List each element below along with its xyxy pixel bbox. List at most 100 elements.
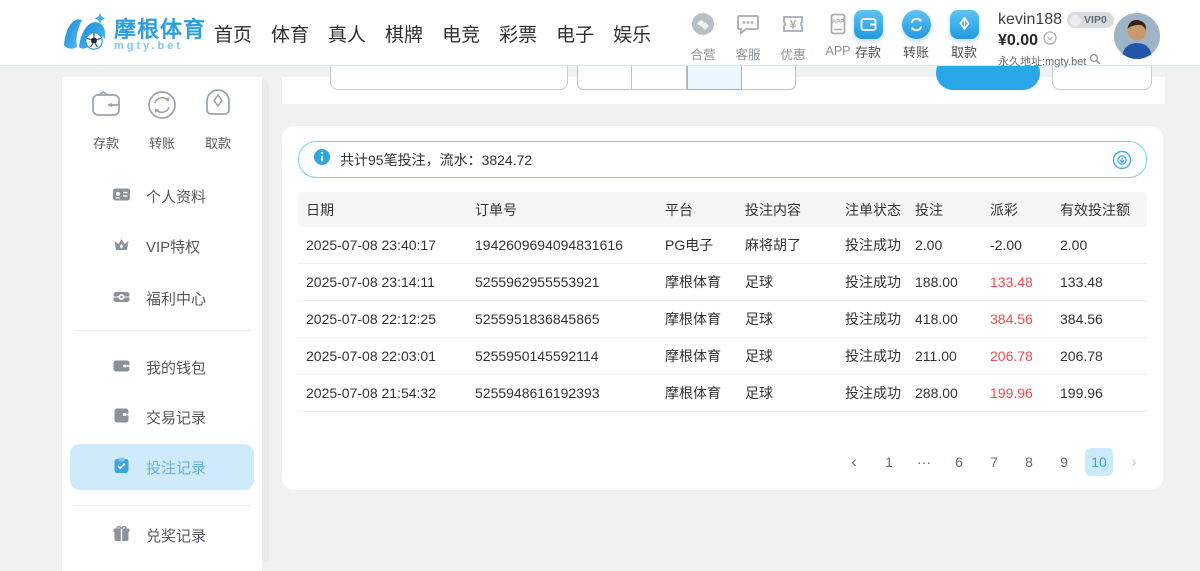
main-nav: 首页 体育 真人 棋牌 电竞 彩票 电子 娱乐 (212, 0, 653, 66)
magnifier-icon[interactable] (1089, 52, 1101, 70)
cell-payout: 199.96 (982, 385, 1052, 401)
next-page-button[interactable]: › (1120, 448, 1148, 476)
service-chat-icon (735, 11, 761, 42)
summary-toggle-icon[interactable] (1112, 150, 1132, 170)
cell-status: 投注成功 (837, 346, 907, 366)
promo-yen-icon: ¥ (780, 11, 806, 42)
cell-payout: 384.56 (982, 311, 1052, 327)
cell-status: 投注成功 (837, 309, 907, 329)
withdraw-icon (950, 10, 979, 39)
id-card-icon (112, 185, 131, 208)
sidebar-item-prizes[interactable]: 兑奖记录 (70, 515, 254, 555)
nav-item-cards[interactable]: 棋牌 (383, 16, 425, 51)
col-status: 注单状态 (837, 200, 907, 220)
page-ellipsis[interactable]: ··· (910, 448, 938, 476)
nav-item-slots[interactable]: 电子 (554, 16, 596, 51)
sidebar-transfer[interactable]: 转账 (134, 87, 190, 152)
header-tools: 合营 客服 ¥ 优惠 APP (686, 11, 855, 63)
cell-bet: 2.00 (907, 237, 982, 253)
cell-status: 投注成功 (837, 235, 907, 255)
service-tool-label: 客服 (735, 44, 760, 63)
wallet-actions: 存款 转账 取款 (848, 10, 984, 61)
table-row: 2025-07-08 22:12:25 5255951836845865 摩根体… (298, 301, 1147, 338)
partner-tool[interactable]: 合营 (686, 11, 720, 63)
nav-item-home[interactable]: 首页 (212, 16, 254, 51)
col-payout: 派彩 (982, 200, 1052, 220)
bet-records-table: 日期 订单号 平台 投注内容 注单状态 投注 派彩 有效投注额 2025-07-… (298, 192, 1147, 412)
cell-payout: 133.48 (982, 274, 1052, 290)
sidebar-item-prizes-label: 兑奖记录 (146, 525, 206, 546)
sidebar-item-wallet[interactable]: 我的钱包 (70, 347, 254, 387)
cell-platform: PG电子 (657, 235, 737, 255)
page-button-6[interactable]: 6 (945, 448, 973, 476)
withdraw-action[interactable]: 取款 (944, 10, 984, 61)
svg-text:¥: ¥ (790, 18, 797, 32)
sidebar-item-bet-records[interactable]: 投注记录 (70, 444, 254, 490)
cell-date: 2025-07-08 22:03:01 (298, 348, 467, 364)
sidebar-deposit-label: 存款 (93, 133, 119, 152)
top-header: 摩根体育 mgty.bet 首页 体育 真人 棋牌 电竞 彩票 电子 娱乐 合营 (0, 0, 1200, 66)
gift-icon (112, 524, 131, 547)
page-button-9[interactable]: 9 (1050, 448, 1078, 476)
bet-record-icon (112, 456, 131, 479)
cell-bet: 418.00 (907, 311, 982, 327)
sidebar-item-profile[interactable]: 个人资料 (70, 176, 254, 216)
transfer-outline-icon (144, 87, 180, 128)
nav-item-sports[interactable]: 体育 (269, 16, 311, 51)
promo-tool[interactable]: ¥ 优惠 (776, 11, 810, 63)
sidebar-item-profile-label: 个人资料 (146, 186, 206, 207)
col-order-no: 订单号 (467, 200, 657, 220)
cell-date: 2025-07-08 21:54:32 (298, 385, 467, 401)
sidebar-deposit[interactable]: 存款 (78, 87, 134, 152)
cell-valid-bet: 133.48 (1052, 274, 1147, 290)
app-tool-label: APP (825, 44, 850, 58)
brand-logo[interactable]: 摩根体育 mgty.bet (62, 12, 206, 59)
svg-text:APP: APP (832, 20, 844, 26)
page-button-8[interactable]: 8 (1015, 448, 1043, 476)
welfare-box-icon (112, 287, 131, 310)
cell-content: 足球 (737, 272, 837, 292)
sidebar-item-welfare-label: 福利中心 (146, 288, 206, 309)
sidebar-scrollbar[interactable] (262, 80, 269, 562)
nav-item-entertainment[interactable]: 娱乐 (611, 16, 653, 51)
table-row: 2025-07-08 22:03:01 5255950145592114 摩根体… (298, 338, 1147, 375)
cell-date: 2025-07-08 22:12:25 (298, 311, 467, 327)
sidebar-item-vip[interactable]: VIP特权 (70, 226, 254, 266)
promo-tool-label: 优惠 (780, 44, 805, 63)
vip-badge-label: VIP0 (1084, 14, 1107, 26)
page-button-10-active[interactable]: 10 (1085, 448, 1113, 476)
deposit-label: 存款 (855, 42, 881, 61)
transfer-icon (902, 10, 931, 39)
sidebar: 存款 转账 取款 (62, 77, 262, 571)
deposit-action[interactable]: 存款 (848, 10, 888, 61)
balance-dropdown-icon[interactable] (1043, 31, 1057, 50)
sidebar-item-wallet-label: 我的钱包 (146, 357, 206, 378)
sidebar-item-welfare[interactable]: 福利中心 (70, 278, 254, 318)
cell-order-no: 5255950145592114 (467, 348, 657, 364)
sidebar-withdraw[interactable]: 取款 (190, 87, 246, 152)
cell-order-no: 5255962955553921 (467, 274, 657, 290)
partner-tool-label: 合营 (690, 44, 715, 63)
cell-content: 足球 (737, 309, 837, 329)
transfer-label: 转账 (903, 42, 929, 61)
page-button-1[interactable]: 1 (875, 448, 903, 476)
user-block[interactable]: kevin188 VIP0 ¥0.00 永久地址:mgty.bet (998, 11, 1110, 70)
sidebar-divider-1 (74, 330, 250, 331)
nav-item-live[interactable]: 真人 (326, 16, 368, 51)
vip-badge-dot (1070, 15, 1081, 26)
col-valid-bet: 有效投注额 (1052, 200, 1147, 220)
user-avatar[interactable] (1114, 13, 1160, 59)
nav-item-esports[interactable]: 电竞 (440, 16, 482, 51)
nav-item-lottery[interactable]: 彩票 (497, 16, 539, 51)
sidebar-item-transactions[interactable]: 交易记录 (70, 397, 254, 437)
summary-text: 共计95笔投注，流水：3824.72 (340, 150, 532, 170)
withdraw-outline-icon (200, 87, 236, 128)
service-tool[interactable]: 客服 (731, 11, 765, 63)
summary-bar: 共计95笔投注，流水：3824.72 (298, 141, 1147, 178)
cell-valid-bet: 199.96 (1052, 385, 1147, 401)
page-button-7[interactable]: 7 (980, 448, 1008, 476)
col-platform: 平台 (657, 200, 737, 220)
prev-page-button[interactable]: ‹ (840, 448, 868, 476)
transfer-action[interactable]: 转账 (896, 10, 936, 61)
cell-content: 麻将胡了 (737, 235, 837, 255)
